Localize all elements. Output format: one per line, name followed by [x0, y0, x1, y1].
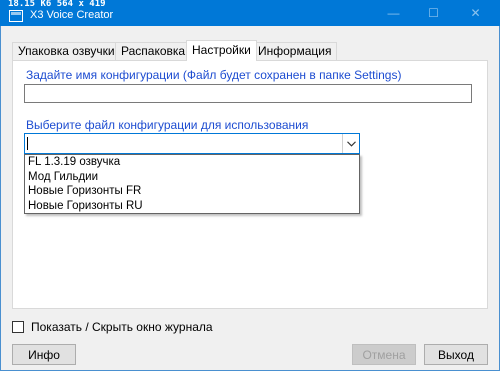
maximize-button[interactable]: ☐	[416, 0, 451, 26]
log-toggle-label[interactable]: Показать / Скрыть окно журнала	[31, 320, 213, 334]
dropdown-arrow-button[interactable]	[342, 134, 359, 153]
info-button[interactable]: Инфо	[12, 344, 76, 365]
config-file-label: Выберите файл конфигурации для использов…	[26, 118, 309, 132]
close-icon: ✕	[470, 6, 481, 20]
text-caret	[27, 137, 28, 150]
cancel-button[interactable]: Отмена	[352, 344, 416, 365]
title-bar[interactable]: 18.15 K6 564 x 419 X3 Voice Creator — ☐ …	[0, 0, 500, 26]
dropdown-option[interactable]: Новые Горизонты RU	[25, 199, 359, 214]
overlay-info: 18.15 K6 564 x 419	[8, 0, 106, 9]
tab-information[interactable]: Информация	[252, 42, 338, 60]
log-toggle-row[interactable]: Показать / Скрыть окно журнала	[12, 320, 213, 334]
config-name-input[interactable]	[24, 84, 472, 103]
dropdown-option[interactable]: FL 1.3.19 озвучка	[25, 155, 359, 170]
close-button[interactable]: ✕	[458, 0, 493, 26]
tab-packing[interactable]: Упаковка озвучки	[12, 42, 121, 60]
minimize-button[interactable]: —	[376, 0, 411, 26]
config-file-combobox[interactable]	[24, 133, 360, 154]
maximize-icon: ☐	[428, 6, 439, 20]
config-name-label: Задайте имя конфигурации (Файл будет сох…	[26, 68, 402, 82]
window-title: X3 Voice Creator	[30, 9, 114, 21]
dropdown-option[interactable]: Мод Гильдии	[25, 170, 359, 185]
config-file-dropdown-list: FL 1.3.19 озвучка Мод Гильдии Новые Гори…	[24, 154, 360, 214]
chevron-down-icon	[346, 140, 356, 147]
exit-button[interactable]: Выход	[424, 344, 488, 365]
tab-unpacking[interactable]: Распаковка	[115, 42, 192, 60]
app-icon	[9, 10, 23, 22]
minimize-icon: —	[387, 6, 400, 20]
tab-settings[interactable]: Настройки	[186, 40, 257, 61]
dropdown-option[interactable]: Новые Горизонты FR	[25, 184, 359, 199]
log-toggle-checkbox[interactable]	[12, 321, 24, 333]
